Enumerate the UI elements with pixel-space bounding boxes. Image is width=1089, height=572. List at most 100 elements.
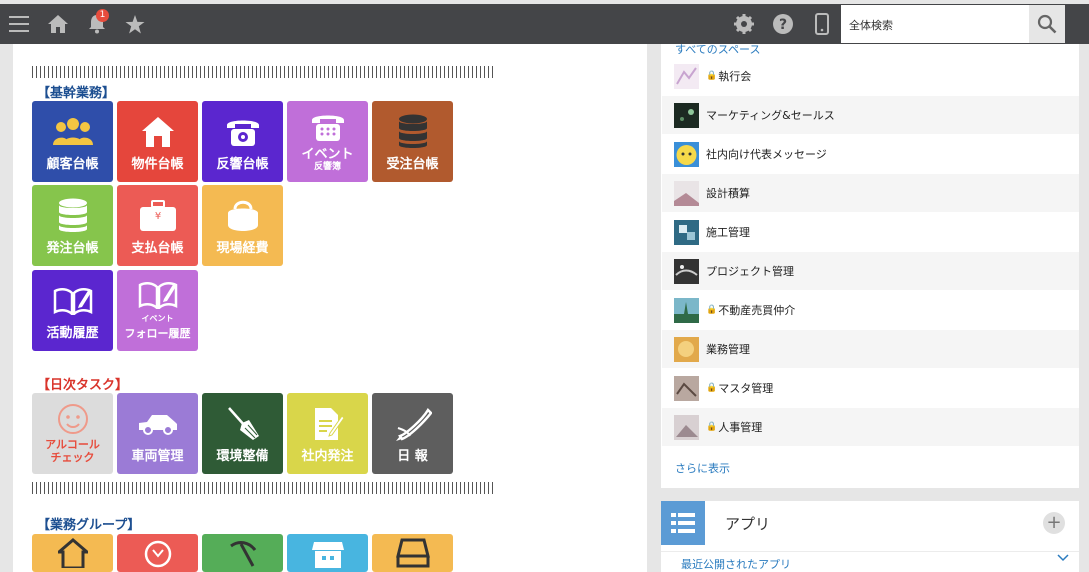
phone-icon — [311, 115, 344, 141]
tile-sublabel: チェック — [50, 451, 95, 464]
tile-group-pickaxe[interactable] — [202, 534, 283, 572]
tile-label: 支払台帳 — [131, 241, 184, 256]
star-icon[interactable] — [124, 4, 146, 44]
lock-icon: 🔒 — [706, 305, 718, 315]
tile-site-expenses[interactable]: 現場経費 — [202, 185, 283, 266]
tile-label: 受注台帳 — [386, 157, 439, 172]
tile-sublabel: イベント — [141, 314, 174, 323]
space-thumbnail — [674, 63, 699, 89]
portal-panel: 【基幹業務】 顧客台帳 物件台帳 反響台帳 イベント 反響簿 受注台帳 発注台帳… — [13, 44, 647, 572]
tile-label: アルコール — [45, 438, 100, 451]
lock-icon: 🔒 — [706, 71, 718, 81]
space-name: 業務管理 — [706, 343, 750, 356]
tile-internal-order[interactable]: 社内発注 — [287, 393, 368, 474]
home-icon[interactable] — [47, 4, 69, 44]
menu-icon[interactable] — [8, 4, 30, 44]
search-icon — [1037, 14, 1057, 34]
tile-group-house[interactable] — [32, 534, 113, 572]
space-name: 施工管理 — [706, 226, 750, 239]
apps-panel: アプリ + 最近公開されたアプリ — [661, 501, 1079, 572]
space-name: 執行会 — [718, 70, 752, 83]
tile-group-brain[interactable] — [117, 534, 198, 572]
svg-text:?: ? — [779, 17, 787, 33]
search-button[interactable] — [1029, 5, 1065, 43]
space-item[interactable]: 🔒 執行会 — [662, 57, 1079, 95]
spaces-panel: すべてのスペース 🔒 執行会 マーケティング&セールス 社内向け代表メッセージ 設… — [661, 41, 1079, 488]
spaces-header[interactable]: すべてのスペース — [675, 41, 760, 57]
tile-label: 反響台帳 — [216, 157, 269, 172]
help-icon[interactable]: ? — [772, 4, 794, 44]
space-thumbnail — [674, 297, 699, 323]
tile-label: 顧客台帳 — [46, 157, 99, 172]
space-item[interactable]: 🔒 人事管理 — [662, 408, 1079, 446]
mobile-icon[interactable] — [812, 4, 832, 44]
lock-icon: 🔒 — [706, 383, 718, 393]
gear-icon[interactable] — [733, 4, 755, 44]
tile-label: 車両管理 — [131, 449, 184, 464]
space-item[interactable]: プロジェクト管理 — [662, 252, 1079, 290]
chevron-down-icon — [1057, 554, 1069, 562]
document-edit-icon — [314, 408, 344, 440]
house-icon — [57, 538, 88, 568]
shop-icon — [311, 542, 344, 568]
space-thumbnail — [674, 180, 699, 206]
tile-label: 活動履歴 — [46, 326, 99, 341]
tile-activity-history[interactable]: 活動履歴 — [32, 270, 113, 351]
tile-customer-ledger[interactable]: 顧客台帳 — [32, 101, 113, 182]
tile-environment-maintenance[interactable]: 環境整備 — [202, 393, 283, 474]
purse-icon — [227, 200, 258, 231]
tile-property-ledger[interactable]: 物件台帳 — [117, 101, 198, 182]
top-bar: 1 ? 全体検索 — [0, 4, 1089, 44]
tile-label: 環境整備 — [216, 449, 269, 464]
space-item[interactable]: 社内向け代表メッセージ — [662, 135, 1079, 173]
database-icon — [398, 114, 427, 148]
space-item[interactable]: 🔒 マスタ管理 — [662, 369, 1079, 407]
space-name: 人事管理 — [718, 421, 763, 434]
tile-alcohol-check[interactable]: アルコール チェック — [32, 393, 113, 474]
tile-label: 日 報 — [397, 449, 428, 464]
space-thumbnail — [674, 375, 699, 401]
space-item[interactable]: 施工管理 — [662, 213, 1079, 251]
space-item[interactable]: 業務管理 — [662, 330, 1079, 368]
tile-purchase-ledger[interactable]: 発注台帳 — [32, 185, 113, 266]
tile-label: 現場経費 — [216, 241, 269, 256]
space-item[interactable]: マーケティング&セールス — [662, 96, 1079, 134]
book-icon — [138, 282, 177, 309]
tile-group-shop[interactable] — [287, 534, 368, 572]
pickaxe-icon — [229, 541, 256, 567]
tile-response-ledger[interactable]: 反響台帳 — [202, 101, 283, 182]
space-item[interactable]: 🔒 不動産売買仲介 — [662, 291, 1079, 329]
recent-apps-dropdown[interactable]: 最近公開されたアプリ — [661, 551, 1079, 572]
tile-vehicle-management[interactable]: 車両管理 — [117, 393, 198, 474]
space-item[interactable]: 設計積算 — [662, 174, 1079, 212]
tile-payment-ledger[interactable]: ¥ 支払台帳 — [117, 185, 198, 266]
tile-order-ledger[interactable]: 受注台帳 — [372, 101, 453, 182]
tile-label: イベント — [301, 147, 354, 162]
car-icon — [138, 415, 177, 435]
search-input[interactable]: 全体検索 — [841, 5, 1029, 43]
house-icon — [141, 117, 174, 147]
add-app-button[interactable]: + — [1043, 512, 1065, 534]
show-more-link[interactable]: さらに表示 — [675, 460, 730, 476]
tile-event-follow-history[interactable]: イベント フォロー履歴 — [117, 270, 198, 351]
apps-title: アプリ — [725, 515, 771, 533]
section-title-core: 【基幹業務】 — [37, 86, 116, 101]
space-thumbnail — [674, 219, 699, 245]
space-name: 不動産売買仲介 — [718, 304, 796, 317]
database-icon — [58, 198, 87, 232]
tile-group-tray[interactable] — [372, 534, 453, 572]
space-thumbnail — [674, 414, 699, 440]
space-thumbnail — [674, 258, 699, 284]
section-title-daily: 【日次タスク】 — [37, 378, 129, 393]
divider — [32, 66, 494, 78]
tile-daily-report[interactable]: 日 報 — [372, 393, 453, 474]
people-icon — [52, 118, 93, 145]
tile-event-response[interactable]: イベント 反響簿 — [287, 101, 368, 182]
space-name: マーケティング&セールス — [706, 109, 835, 122]
tile-label: 発注台帳 — [46, 241, 99, 256]
tile-sublabel: 反響簿 — [313, 162, 341, 172]
brain-icon — [144, 540, 171, 568]
tile-label: 物件台帳 — [131, 157, 184, 172]
space-name: プロジェクト管理 — [706, 265, 794, 278]
space-thumbnail — [674, 141, 699, 167]
